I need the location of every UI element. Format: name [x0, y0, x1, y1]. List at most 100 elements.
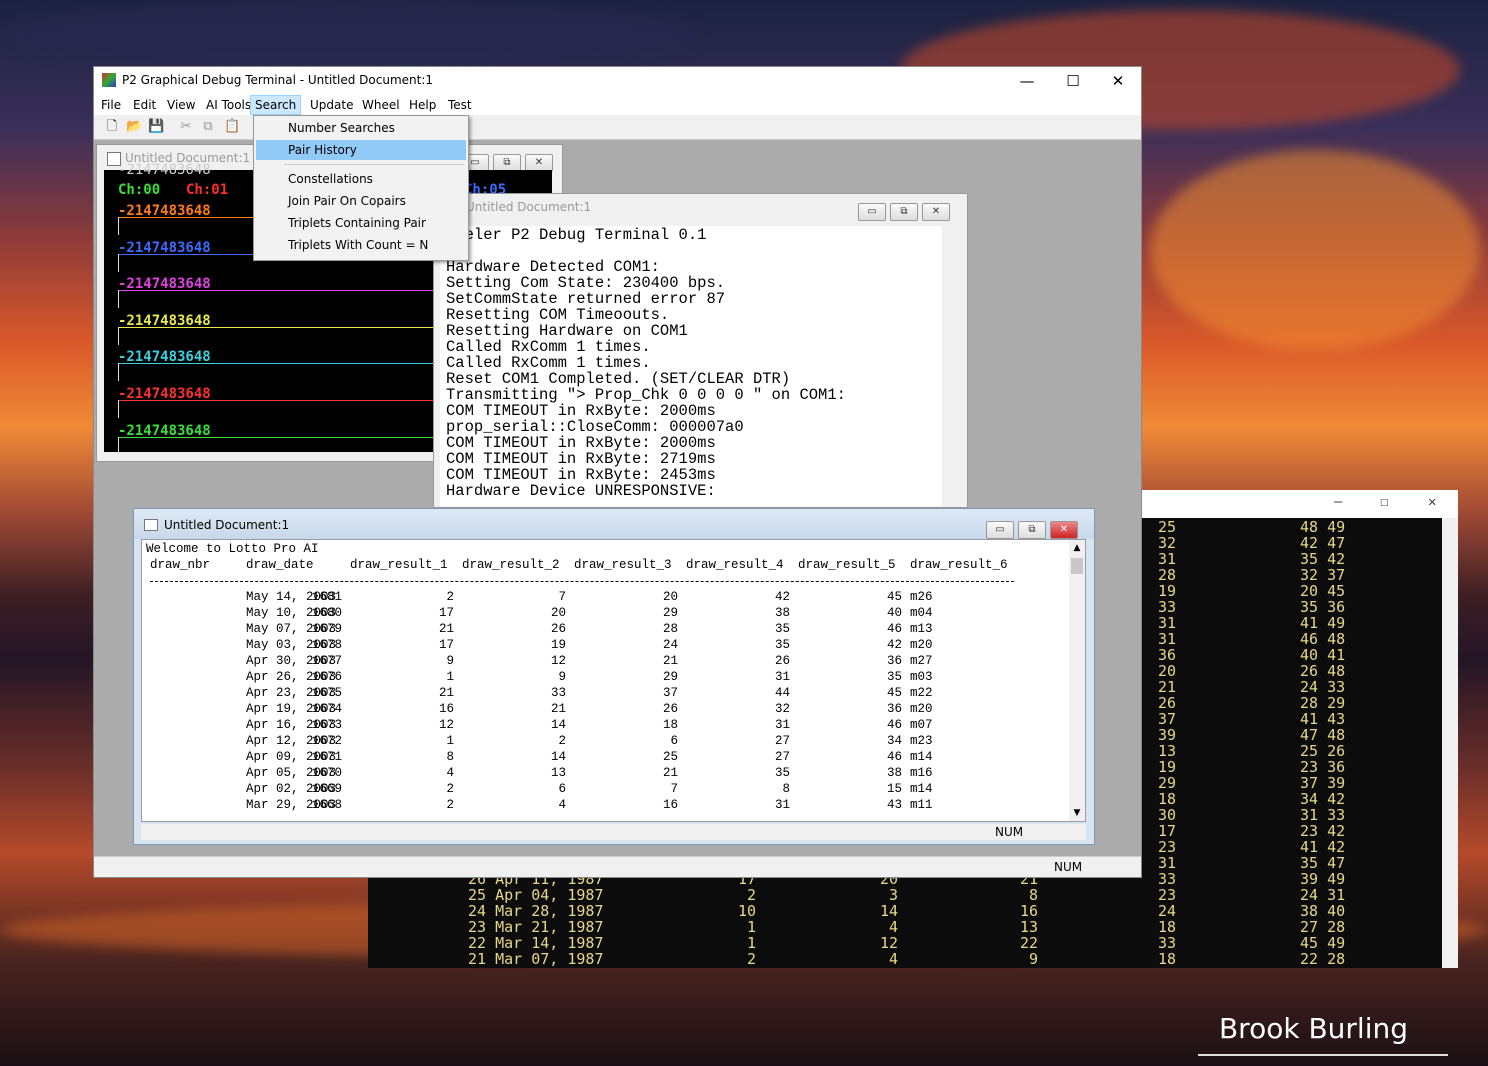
menu-view[interactable]: View	[167, 98, 195, 112]
minimize-button[interactable]: —	[1004, 67, 1050, 95]
minimize-button[interactable]: ▭	[858, 203, 886, 221]
paste-icon[interactable]: 📋	[224, 119, 240, 135]
table-cell: m20	[910, 702, 933, 716]
maximize-button[interactable]: ☐	[1380, 494, 1388, 510]
table-cell: 33	[550, 686, 566, 700]
terminal-line: Transmitting "> Prop_Chk 0 0 0 0 " on CO…	[446, 386, 846, 404]
lotto-window[interactable]: Untitled Document:1 ▭ ⧉ ✕ Welcome to Lotto…	[133, 508, 1095, 845]
copy-icon[interactable]: ⧉	[200, 119, 216, 135]
console-cell: 10	[737, 902, 756, 920]
table-cell: m27	[910, 654, 933, 668]
console-row: 24 38 40	[1158, 903, 1345, 919]
table-header: draw_nbr draw_date draw_result_1 draw_resul…	[142, 557, 1082, 573]
scope-caption-buttons: ▭ ⧉ ✕	[457, 150, 553, 172]
console-titlebar[interactable]: — ☐ ✕	[1138, 490, 1458, 518]
welcome-line: Welcome to Lotto Pro AI	[146, 542, 319, 556]
close-button[interactable]: ✕	[1050, 521, 1078, 539]
menu-wheel[interactable]: Wheel	[362, 98, 400, 112]
menu-search[interactable]: Search	[250, 95, 302, 115]
menu-item-pair-history[interactable]: Pair History	[256, 140, 466, 160]
terminal-line: Resetting Hardware on COM1	[446, 322, 688, 340]
minimize-button[interactable]: —	[1334, 494, 1342, 510]
menu-item-triplets-containing-pair[interactable]: Triplets Containing Pair	[256, 213, 466, 233]
terminal-output[interactable]: opeler P2 Debug Terminal 0.1 Hardware Det…	[440, 226, 942, 506]
lotto-title: Untitled Document:1	[164, 518, 290, 532]
column-header: draw_nbr	[150, 558, 211, 572]
close-button[interactable]: ✕	[1095, 67, 1141, 95]
channel-label: Ch:00	[118, 182, 161, 198]
menu-file[interactable]: File	[101, 98, 121, 112]
menu-item-number-searches[interactable]: Number Searches	[256, 118, 466, 138]
lotto-text-area[interactable]: Welcome to Lotto Pro AI ▲ ▼ draw_nbr draw…	[141, 539, 1086, 822]
console-cell: 1	[746, 934, 756, 952]
table-cell: 19	[550, 638, 566, 652]
menu-item-join-pair-on-copairs[interactable]: Join Pair On Copairs	[256, 191, 466, 211]
table-row: 1674 Apr 19, 2003 16 21 26 32 36 m20	[142, 701, 1082, 717]
column-header: draw_result_1	[350, 558, 448, 572]
lotto-titlebar[interactable]: Untitled Document:1 ▭ ⧉ ✕	[134, 509, 1094, 539]
terminal-scrollbar[interactable]	[942, 226, 958, 506]
scroll-up-icon[interactable]: ▲	[1069, 540, 1085, 556]
close-button[interactable]: ✕	[1428, 494, 1436, 510]
console-cell: 48 49	[1300, 518, 1346, 536]
console-row: 26 28 29	[1158, 695, 1345, 711]
trace-tick	[118, 217, 119, 235]
restore-button[interactable]: ⧉	[890, 203, 918, 221]
menu-update[interactable]: Update	[310, 98, 353, 112]
console-cell: 32 37	[1300, 566, 1346, 584]
close-button[interactable]: ✕	[922, 203, 950, 221]
table-cell: 16	[662, 798, 678, 812]
terminal-line: Reset COM1 Completed. (SET/CLEAR DTR)	[446, 370, 791, 388]
menu-test[interactable]: Test	[448, 98, 472, 112]
console-cell: 35 36	[1300, 598, 1346, 616]
console-cell: 42 47	[1300, 534, 1346, 552]
console-cell: 8	[1028, 886, 1038, 904]
maximize-button[interactable]: ☐	[1050, 67, 1096, 95]
column-header: draw_result_2	[462, 558, 560, 572]
minimize-button[interactable]: ▭	[986, 521, 1014, 539]
console-row: 19 20 45	[1158, 583, 1345, 599]
table-cell: 6	[558, 782, 566, 796]
table-cell: 37	[662, 686, 678, 700]
table-cell: Mar 29, 2003	[246, 798, 337, 812]
menu-item-constellations[interactable]: Constellations	[256, 169, 466, 189]
table-cell: m26	[910, 590, 933, 604]
menu-ai-tools[interactable]: AI Tools	[206, 98, 251, 112]
main-titlebar[interactable]: P2 Graphical Debug Terminal - Untitled D…	[94, 67, 1141, 95]
table-cell: 28	[662, 622, 678, 636]
menu-item-triplets-with-count-n[interactable]: Triplets With Count = N	[256, 235, 466, 255]
table-row: 1671 Apr 09, 2003 8 14 25 27 46 m14	[142, 749, 1082, 765]
table-cell: 20	[662, 590, 678, 604]
signature-underline	[1198, 1054, 1448, 1056]
console-row: 31 35 47	[1158, 855, 1345, 871]
console-cell: 23 42	[1300, 822, 1346, 840]
open-icon[interactable]: 📂	[126, 119, 142, 135]
table-cell: 17	[438, 638, 454, 652]
table-cell: May 07, 2003	[246, 622, 337, 636]
table-cell: 2	[446, 782, 454, 796]
menu-help[interactable]: Help	[409, 98, 436, 112]
console-cell: 39 49	[1300, 870, 1346, 888]
console-row: 31 35 42	[1158, 551, 1345, 567]
table-cell: 24	[662, 638, 678, 652]
window-title: P2 Graphical Debug Terminal - Untitled D…	[122, 73, 434, 87]
table-cell: May 03, 2003	[246, 638, 337, 652]
restore-button[interactable]: ⧉	[1018, 521, 1046, 539]
trace-tick	[118, 436, 119, 455]
table-cell: 43	[886, 798, 902, 812]
new-icon[interactable]: 🗋	[104, 119, 120, 135]
console-row: 23 41 42	[1158, 839, 1345, 855]
cut-icon[interactable]: ✂	[178, 119, 194, 135]
doc-icon	[144, 519, 158, 531]
menu-edit[interactable]: Edit	[133, 98, 156, 112]
terminal-titlebar[interactable]: Untitled Document:1 ▭ ⧉ ✕	[434, 194, 967, 221]
table-cell: m20	[910, 638, 933, 652]
table-cell: 44	[774, 686, 790, 700]
console-scrollbar[interactable]	[1442, 518, 1458, 968]
save-icon[interactable]: 💾	[148, 119, 164, 135]
table-cell: 21	[438, 686, 454, 700]
console-row: 32 42 47	[1158, 535, 1345, 551]
console-row: 39 47 48	[1158, 727, 1345, 743]
trace-tick	[118, 253, 119, 272]
table-row: 1677 Apr 30, 2003 9 12 21 26 36 m27	[142, 653, 1082, 669]
